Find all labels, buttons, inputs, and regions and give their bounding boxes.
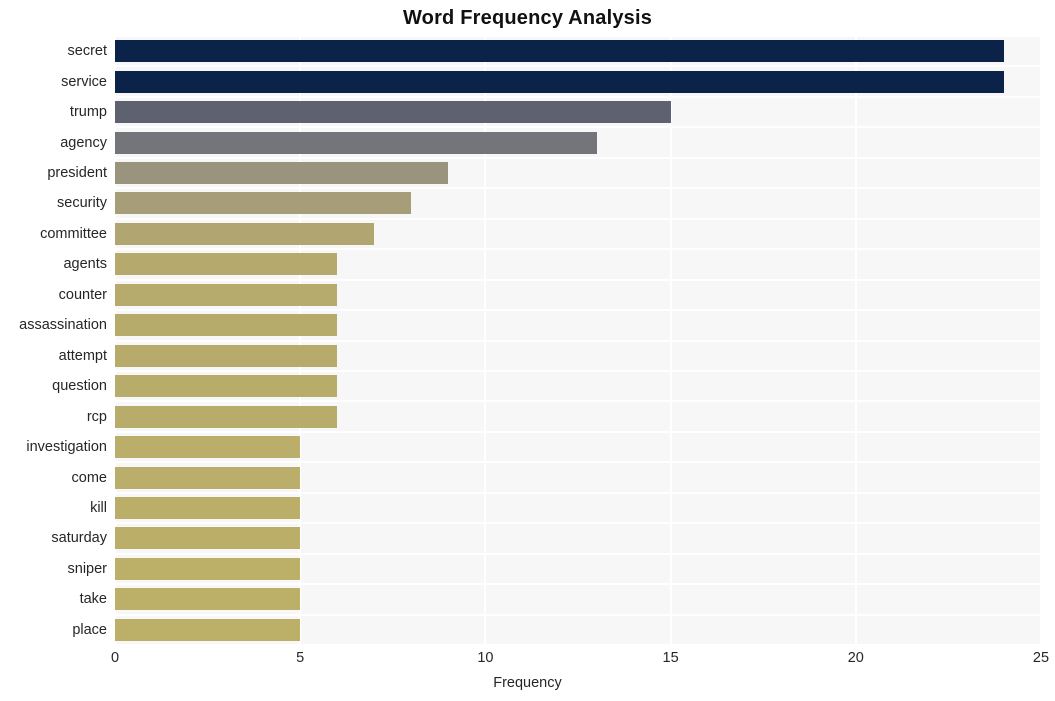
bar	[115, 496, 301, 519]
gridline-horizontal	[115, 461, 1041, 464]
gridline-horizontal	[115, 126, 1041, 129]
gridline-horizontal	[115, 552, 1041, 555]
bar	[115, 436, 301, 459]
y-axis-tick-label: assassination	[19, 317, 107, 334]
gridline-horizontal	[115, 95, 1041, 98]
gridline-horizontal	[115, 339, 1041, 342]
bar	[115, 40, 1004, 63]
y-axis-tick-label: sniper	[67, 560, 108, 577]
bar	[115, 557, 301, 580]
gridline-horizontal	[115, 248, 1041, 251]
gridline-horizontal	[115, 583, 1041, 586]
bar	[115, 131, 597, 154]
bar	[115, 101, 671, 124]
bar	[115, 375, 338, 398]
gridline-horizontal	[115, 217, 1041, 220]
gridline-horizontal	[115, 36, 1041, 37]
y-axis-tick-label: committee	[40, 225, 107, 242]
gridline-horizontal	[115, 309, 1041, 312]
bar	[115, 344, 338, 367]
gridline-horizontal	[115, 644, 1041, 645]
gridline-horizontal	[115, 491, 1041, 494]
x-axis-title: Frequency	[493, 675, 562, 691]
gridline-horizontal	[115, 400, 1041, 403]
gridline-horizontal	[115, 613, 1041, 616]
x-axis-tick-labels: 0 5 10 15 20 25	[0, 650, 1055, 672]
bar	[115, 405, 338, 428]
y-axis-tick-label: secret	[67, 43, 108, 60]
chart-figure: Word Frequency Analysis secret service tru…	[0, 0, 1055, 701]
x-axis-tick-label: 25	[1032, 650, 1050, 666]
gridline-horizontal	[115, 278, 1041, 281]
y-axis-tick-label: investigation	[26, 439, 107, 456]
bar	[115, 588, 301, 611]
bar	[115, 466, 301, 489]
gridline-horizontal	[115, 156, 1041, 159]
bar	[115, 618, 301, 641]
y-axis-tick-label: agency	[60, 134, 107, 151]
plot-area	[115, 36, 1041, 645]
gridline-horizontal	[115, 65, 1041, 68]
y-axis-tick-label: counter	[58, 286, 107, 303]
y-axis-tick-label: place	[72, 621, 107, 638]
x-axis-tick-label: 5	[296, 650, 305, 666]
bar	[115, 527, 301, 550]
x-axis-tick-label: 15	[662, 650, 679, 666]
bar	[115, 70, 1004, 93]
x-axis-tick-label: 10	[477, 650, 494, 666]
bar	[115, 192, 412, 215]
y-axis-tick-labels: secret service trump agency president securit…	[0, 36, 107, 645]
y-axis-tick-label: agents	[63, 256, 107, 273]
gridline-horizontal	[115, 369, 1041, 372]
y-axis-tick-label: service	[61, 73, 107, 90]
y-axis-tick-label: come	[71, 469, 107, 486]
y-axis-tick-label: security	[57, 195, 107, 212]
y-axis-tick-label: attempt	[58, 347, 107, 364]
y-axis-tick-label: trump	[69, 104, 107, 121]
y-axis-tick-label: question	[52, 378, 107, 395]
bar	[115, 162, 449, 185]
x-axis-tick-label: 0	[110, 650, 120, 666]
bar	[115, 314, 338, 337]
gridline-horizontal	[115, 187, 1041, 190]
gridline-horizontal	[115, 522, 1041, 525]
gridline-horizontal	[115, 430, 1041, 433]
y-axis-tick-label: saturday	[51, 530, 107, 547]
y-axis-tick-label: rcp	[86, 408, 107, 425]
bar	[115, 283, 338, 306]
y-axis-tick-label: kill	[90, 499, 107, 516]
y-axis-tick-label: take	[79, 591, 107, 608]
y-axis-tick-label: president	[47, 165, 107, 182]
x-axis-tick-label: 20	[847, 650, 864, 666]
chart-title: Word Frequency Analysis	[402, 7, 653, 29]
bar	[115, 253, 338, 276]
bar	[115, 222, 375, 245]
